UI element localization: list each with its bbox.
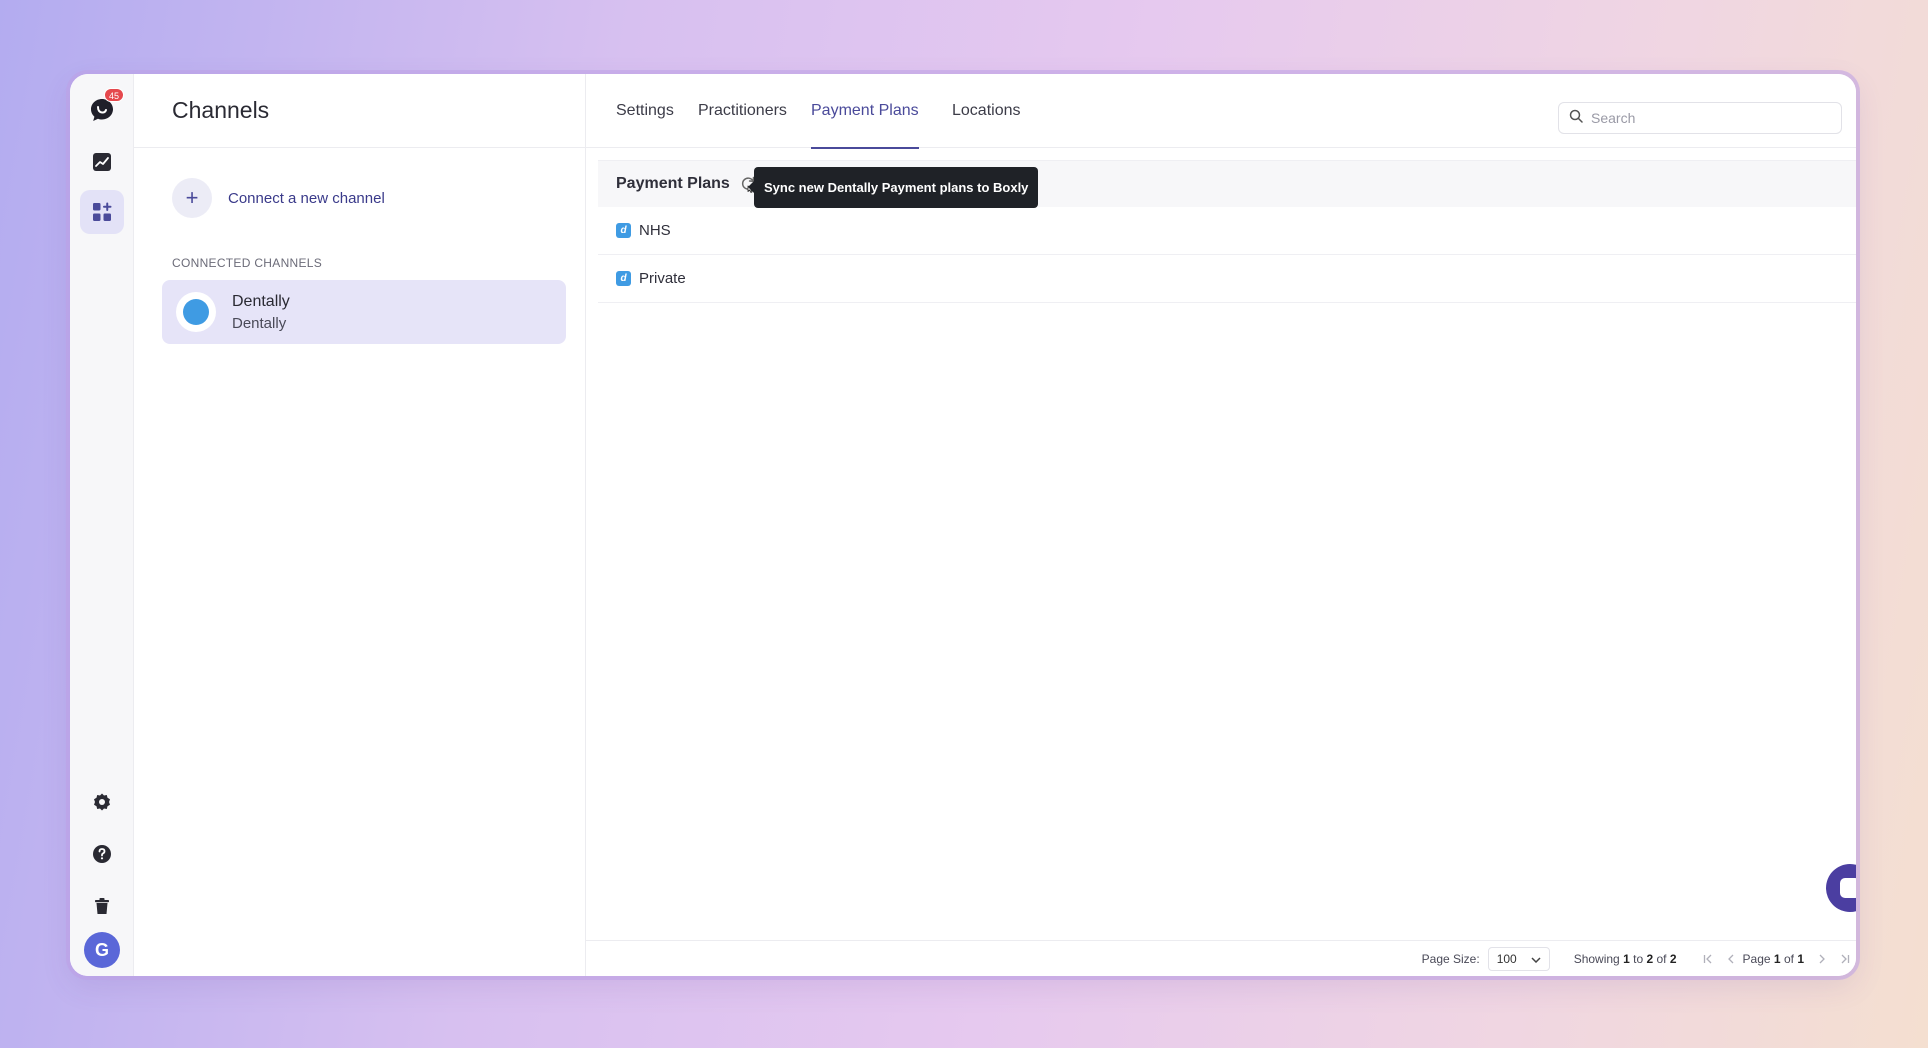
settings-button[interactable]: [80, 780, 124, 824]
inbox-button[interactable]: 45: [80, 88, 124, 132]
tab-payment-plans[interactable]: Payment Plans: [811, 74, 919, 149]
table-row[interactable]: d Private: [598, 255, 1856, 303]
channels-panel: Channels + Connect a new channel CONNECT…: [134, 74, 586, 976]
connect-channel-label: Connect a new channel: [228, 189, 385, 207]
channel-name: Dentally: [232, 292, 290, 310]
search-input[interactable]: [1591, 110, 1831, 126]
chat-bubble-icon: [1840, 878, 1856, 898]
trash-icon: [92, 896, 112, 916]
pagination-footer: Page Size: 100 Showing 1 to 2 of 2 Page …: [586, 940, 1856, 976]
channel-item-dentally[interactable]: Dentally Dentally: [162, 280, 566, 344]
connect-channel-button[interactable]: + Connect a new channel: [172, 178, 385, 218]
chat-widget-button[interactable]: [1826, 864, 1856, 912]
dentally-logo-icon: [176, 292, 216, 332]
tab-practitioners[interactable]: Practitioners: [698, 74, 787, 148]
connected-channels-heading: CONNECTED CHANNELS: [172, 256, 323, 270]
notification-badge: 45: [103, 88, 124, 102]
row-label: NHS: [639, 222, 671, 239]
trash-button[interactable]: [80, 884, 124, 928]
app-window: 45 G Channels + Connect a new channel CO…: [70, 74, 1856, 976]
next-page-button[interactable]: [1818, 954, 1826, 964]
page-size-label: Page Size:: [1421, 951, 1480, 966]
sync-tooltip: Sync new Dentally Payment plans to Boxly: [747, 167, 1039, 208]
row-label: Private: [639, 270, 686, 287]
main-panel: Settings Practitioners Payment Plans Loc…: [586, 74, 1856, 976]
chevron-right-icon: [1819, 954, 1825, 963]
tab-settings[interactable]: Settings: [616, 74, 674, 148]
channels-nav-button[interactable]: [80, 190, 124, 234]
first-page-button[interactable]: [1703, 954, 1713, 964]
gear-icon: [92, 792, 112, 812]
payment-plans-table: Payment Plans Sync new Dentally Payment …: [598, 160, 1856, 303]
last-page-button[interactable]: [1840, 954, 1850, 964]
user-avatar[interactable]: G: [84, 932, 120, 968]
chevron-down-icon: [1531, 952, 1541, 966]
help-icon: [92, 844, 112, 864]
tab-bar: Settings Practitioners Payment Plans Loc…: [586, 74, 1856, 149]
plus-icon: +: [172, 178, 212, 218]
left-rail: 45 G: [70, 74, 134, 976]
chart-icon: [92, 152, 112, 172]
channel-subtitle: Dentally: [232, 314, 287, 332]
dentally-icon: d: [616, 223, 631, 238]
last-page-icon: [1841, 954, 1850, 963]
search-icon: [1569, 109, 1583, 128]
page-indicator: Page 1 of 1: [1742, 951, 1804, 966]
table-header: Payment Plans Sync new Dentally Payment …: [598, 161, 1856, 208]
help-button[interactable]: [80, 832, 124, 876]
page-size-value: 100: [1496, 951, 1517, 966]
channels-header: Channels: [134, 74, 585, 148]
analytics-button[interactable]: [80, 140, 124, 184]
first-page-icon: [1703, 954, 1712, 963]
chevron-left-icon: [1727, 954, 1734, 963]
table-row[interactable]: d NHS: [598, 207, 1856, 255]
column-header-payment-plans: Payment Plans: [616, 175, 730, 192]
showing-summary: Showing 1 to 2 of 2: [1573, 951, 1677, 966]
page-size-select[interactable]: 100: [1487, 946, 1550, 971]
tab-locations[interactable]: Locations: [952, 74, 1021, 148]
dentally-icon: d: [616, 271, 631, 286]
search-box: [1558, 102, 1842, 134]
prev-page-button[interactable]: [1727, 954, 1735, 964]
page-title: Channels: [172, 97, 270, 123]
apps-grid-icon: [92, 202, 112, 222]
